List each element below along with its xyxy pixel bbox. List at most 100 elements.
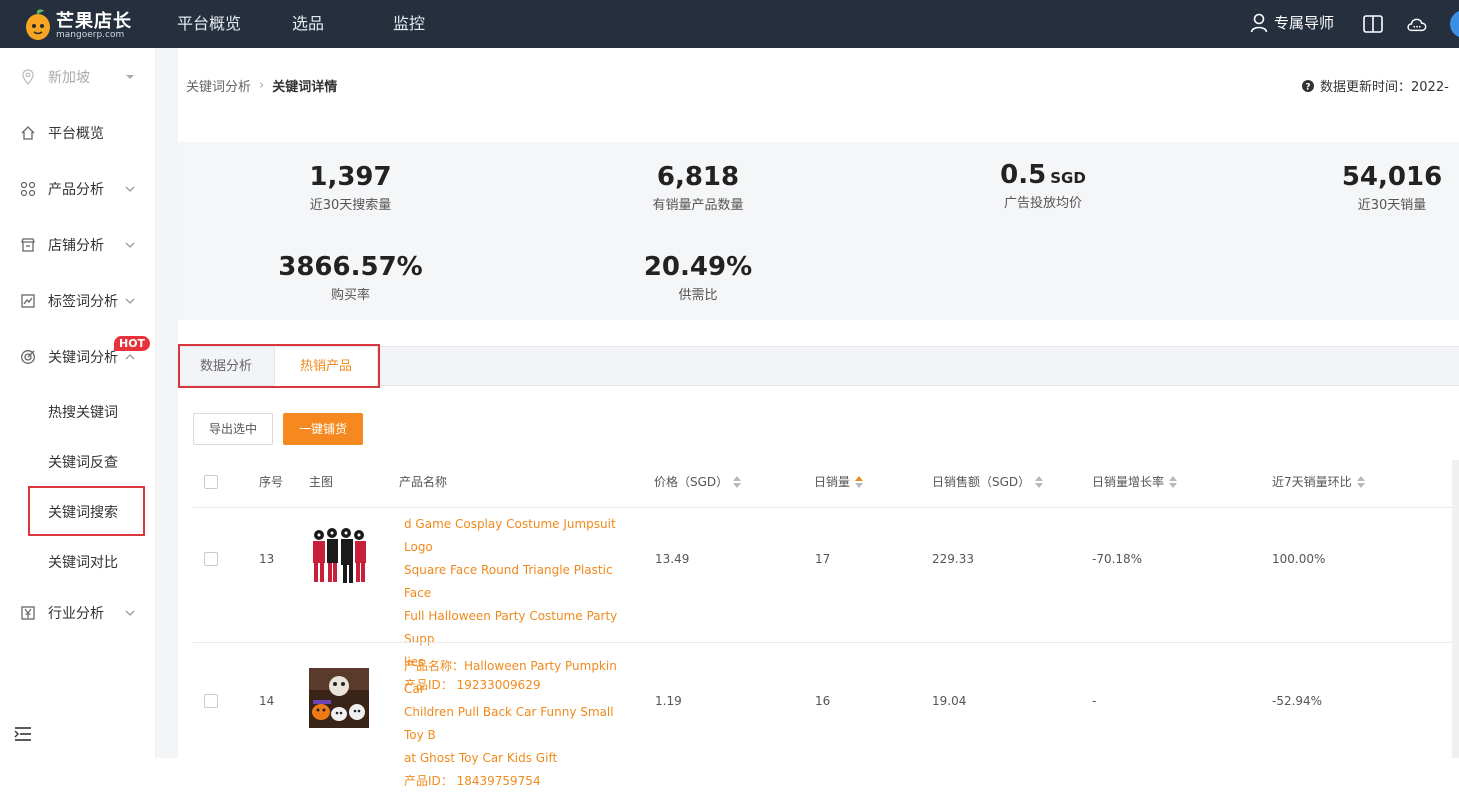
col-growth[interactable]: 日销量增长率	[1092, 473, 1178, 490]
chevron-down-icon	[125, 298, 135, 304]
brand-logo[interactable]: 芒果店长 mangoerp.com	[18, 4, 168, 44]
export-selected-button[interactable]: 导出选中	[193, 413, 273, 445]
table-scrollbar[interactable]	[1452, 460, 1459, 758]
row-week-ratio: 100.00%	[1272, 552, 1326, 566]
sidebar-item-industry-analysis[interactable]: 行业分析	[0, 598, 156, 628]
row-week-ratio: -52.94%	[1272, 694, 1323, 708]
sidebar-subitem-keyword-compare[interactable]: 关键词对比	[48, 552, 118, 572]
grid-icon	[20, 181, 36, 197]
row-daily-sales: 16	[815, 694, 831, 708]
sidebar-gutter	[156, 48, 178, 758]
header-divider	[193, 507, 1459, 508]
nav-product-selection[interactable]: 选品	[292, 0, 324, 48]
one-key-listing-button[interactable]: 一键铺货	[283, 413, 363, 445]
sidebar-item-label: 标签词分析	[48, 294, 118, 310]
breadcrumb-parent[interactable]: 关键词分析	[186, 76, 251, 95]
col-image-label: 主图	[309, 475, 334, 489]
stat-unit: SGD	[1050, 169, 1086, 187]
row-price: 1.19	[655, 694, 682, 708]
brand-domain: mangoerp.com	[56, 30, 125, 40]
stat-30day-sales: 54,016 近30天销量	[1328, 162, 1456, 213]
sort-icon	[1169, 475, 1178, 488]
collapse-menu-icon[interactable]	[14, 726, 32, 742]
product-name-line: 产品名称：Halloween Party Pumpkin Car	[404, 659, 617, 696]
stat-ad-avg-price: 0.5 SGD 广告投放均价	[973, 160, 1113, 211]
stat-search-volume: 1,397 近30天搜索量	[278, 162, 423, 213]
sidebar-item-label: 店铺分析	[48, 238, 104, 254]
data-update-time: ? 数据更新时间：2022-	[1302, 76, 1449, 95]
stat-value: 20.49%	[643, 252, 753, 282]
hot-products-tab-highlight	[178, 344, 380, 388]
row-checkbox[interactable]	[204, 552, 218, 566]
col-daily-sales[interactable]: 日销量	[814, 473, 864, 490]
sidebar-item-tag-analysis[interactable]: 标签词分析	[0, 286, 156, 316]
stat-label: 有销量产品数量	[652, 198, 744, 213]
chart-icon	[21, 294, 35, 308]
col-daily-amount[interactable]: 日销售额（SGD）	[932, 473, 1044, 490]
sidebar-item-store-analysis[interactable]: 店铺分析	[0, 230, 156, 260]
col-price[interactable]: 价格（SGD）	[654, 473, 742, 490]
row-checkbox[interactable]	[204, 694, 218, 708]
store-icon	[21, 238, 35, 252]
stats-panel: 1,397 近30天搜索量 6,818 有销量产品数量 0.5 SGD 广告投放均…	[178, 142, 1459, 320]
sidebar-item-platform-overview[interactable]: 平台概览	[0, 118, 156, 148]
mango-logo-icon	[26, 9, 50, 40]
sidebar-item-product-analysis[interactable]: 产品分析	[0, 174, 156, 204]
sidebar-item-label: 关键词分析	[48, 350, 118, 366]
col-daily-sales-label: 日销量	[814, 475, 851, 489]
keyword-search-highlight	[28, 486, 145, 536]
row-index: 13	[259, 552, 275, 566]
region-select[interactable]: 新加坡	[0, 62, 156, 92]
nav-platform-overview[interactable]: 平台概览	[177, 0, 241, 48]
breadcrumb: 关键词分析 › 关键词详情	[186, 76, 337, 95]
col-week-ratio[interactable]: 近7天销量环比	[1272, 473, 1365, 490]
chevron-up-icon	[125, 354, 135, 360]
stat-label: 供需比	[678, 288, 718, 303]
cloud-chat-icon[interactable]	[1406, 13, 1428, 35]
breadcrumb-separator-icon: ›	[259, 78, 265, 93]
nav-monitor[interactable]: 监控	[393, 0, 425, 48]
book-icon[interactable]	[1362, 13, 1384, 35]
product-thumbnail-costume[interactable]	[309, 525, 369, 585]
stat-label: 购买率	[330, 288, 370, 303]
product-name-line: d Game Cosplay Costume Jumpsuit Logo	[404, 517, 616, 554]
stat-value: 6,818	[656, 162, 740, 192]
update-time-label: 数据更新时间：2022-	[1320, 80, 1449, 95]
location-pin-icon	[22, 69, 34, 85]
help-icon[interactable]: ?	[1302, 79, 1314, 92]
tutor-label: 专属导师	[1274, 14, 1335, 32]
sidebar-subitem-hot-keywords[interactable]: 热搜关键词	[48, 402, 118, 422]
region-label: 新加坡	[48, 70, 90, 86]
avatar[interactable]	[1450, 10, 1459, 38]
svg-text:?: ?	[1305, 82, 1310, 92]
col-daily-amount-label: 日销售额（SGD）	[932, 475, 1031, 489]
stat-value: 3866.57%	[278, 252, 423, 282]
sort-active-icon	[855, 475, 864, 488]
stat-value: 0.5	[1000, 160, 1047, 190]
stat-label: 广告投放均价	[1003, 196, 1082, 211]
col-index-label: 序号	[259, 475, 284, 489]
col-name-label: 产品名称	[399, 475, 448, 489]
tutor-link[interactable]: 专属导师	[1250, 12, 1334, 33]
chevron-down-icon	[125, 242, 135, 248]
sidebar-item-label: 平台概览	[48, 126, 104, 142]
chevron-down-icon	[125, 186, 135, 192]
user-icon	[1250, 13, 1268, 32]
col-week-ratio-label: 近7天销量环比	[1272, 475, 1352, 489]
product-name[interactable]: 产品名称：Halloween Party Pumpkin Car Childre…	[404, 655, 632, 793]
product-id: 产品ID： 18439759754	[404, 774, 541, 788]
stat-value: 54,016	[1341, 162, 1443, 192]
row-price: 13.49	[655, 552, 690, 566]
home-icon	[21, 126, 35, 140]
stat-label: 近30天搜索量	[309, 198, 392, 213]
sort-icon	[1356, 475, 1365, 488]
top-navbar: 芒果店长 mangoerp.com 平台概览 选品 监控 专属导师	[0, 0, 1459, 48]
hot-badge: HOT	[114, 336, 151, 351]
select-all-checkbox[interactable]	[204, 475, 218, 489]
sidebar-subitem-keyword-reverse[interactable]: 关键词反查	[48, 452, 118, 472]
yen-icon	[21, 606, 35, 620]
product-thumbnail-pumpkin-car[interactable]	[309, 668, 369, 728]
stat-value: 1,397	[309, 162, 392, 192]
row-growth: -70.18%	[1092, 552, 1143, 566]
row-growth: -	[1092, 694, 1097, 708]
